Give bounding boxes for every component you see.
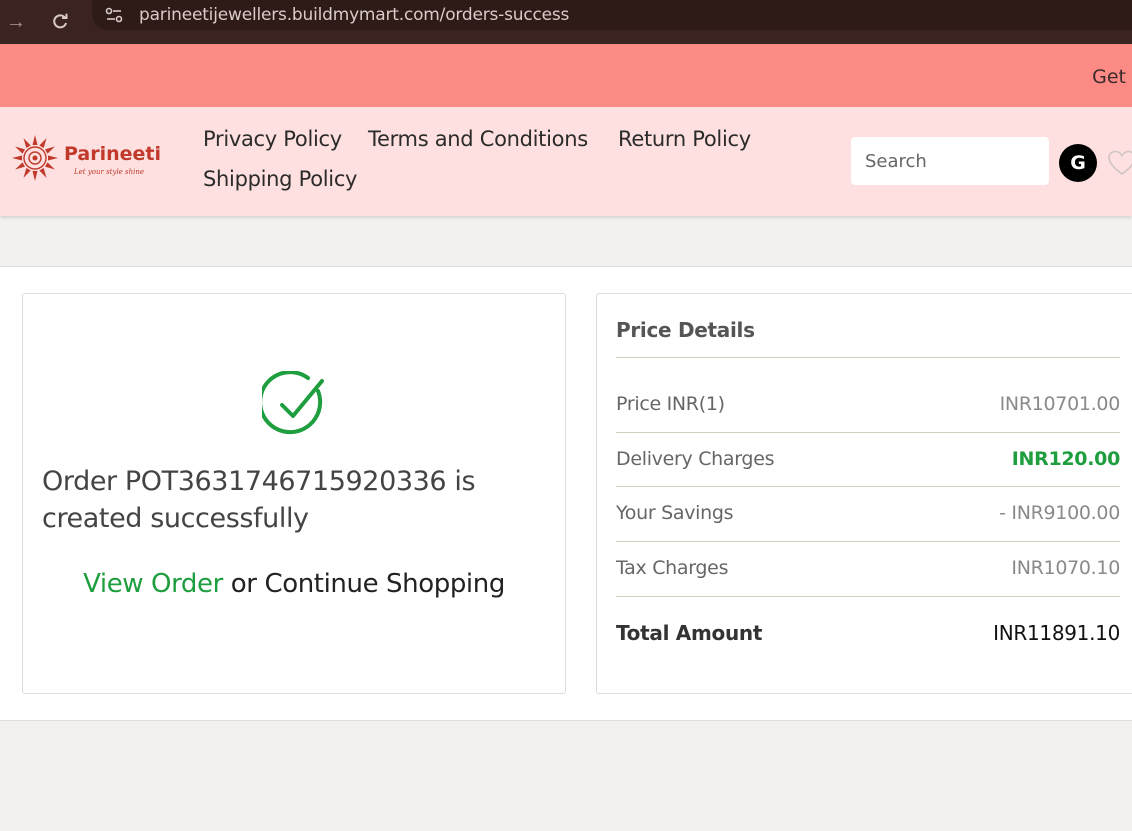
site-header: Parineeti Let your style shine Privacy P… [0,107,1132,216]
order-success-message: Order POT3631746715920336 is created suc… [42,466,476,534]
announcement-bar: Get [0,44,1132,107]
price-details-title: Price Details [616,318,755,342]
browser-chrome: → parineetijewellers.buildmymart.com/ord… [0,0,1132,44]
divider [616,596,1120,597]
price-value: INR10701.00 [999,393,1121,415]
continue-shopping-link[interactable]: Continue Shopping [264,569,505,599]
tax-charges-value: INR1070.10 [1011,557,1120,579]
delivery-charges-row: Delivery Charges INR120.00 [616,448,1120,478]
delivery-charges-value: INR120.00 [1011,448,1121,470]
divider [616,541,1120,542]
delivery-charges-label: Delivery Charges [616,448,775,470]
price-label: Price INR(1) [616,393,725,415]
view-order-link[interactable]: View Order [83,569,223,599]
wishlist-heart-icon[interactable] [1107,149,1132,177]
tax-charges-row: Tax Charges INR1070.10 [616,557,1120,587]
divider [616,486,1120,487]
brand-tagline: Let your style shine [74,168,145,176]
nav-return-policy[interactable]: Return Policy [618,127,751,151]
brand-logo[interactable]: Parineeti Let your style shine [10,133,162,185]
savings-label: Your Savings [616,502,734,524]
announcement-text: Get [1092,66,1126,88]
success-check-icon [262,371,324,435]
price-row: Price INR(1) INR10701.00 [616,393,1120,423]
brand-name: Parineeti [64,143,162,165]
forward-arrow-icon[interactable]: → [4,10,28,34]
site-settings-icon[interactable] [104,5,124,25]
order-success-section: Order POT3631746715920336 is created suc… [0,266,1132,721]
total-amount-row: Total Amount INR11891.10 [616,621,1120,651]
savings-row: Your Savings - INR9100.00 [616,502,1120,532]
reload-icon[interactable] [48,10,72,34]
tax-charges-label: Tax Charges [616,557,729,579]
order-confirmation-card: Order POT3631746715920336 is created suc… [22,293,566,694]
nav-privacy-policy[interactable]: Privacy Policy [203,127,342,151]
search-input[interactable] [851,137,1049,185]
or-text: or [222,569,265,599]
total-amount-label: Total Amount [616,621,763,645]
divider [616,432,1120,433]
order-actions: View Order or Continue Shopping [23,569,565,599]
savings-value: - INR9100.00 [999,502,1120,524]
url-text[interactable]: parineetijewellers.buildmymart.com/order… [139,5,569,25]
nav-terms-and-conditions[interactable]: Terms and Conditions [368,127,588,151]
mandala-icon [12,135,58,181]
price-details-card: Price Details Price INR(1) INR10701.00 D… [596,293,1132,694]
total-amount-value: INR11891.10 [993,621,1120,645]
divider [616,357,1120,358]
nav-shipping-policy[interactable]: Shipping Policy [203,167,358,191]
user-avatar[interactable]: G [1059,144,1097,182]
